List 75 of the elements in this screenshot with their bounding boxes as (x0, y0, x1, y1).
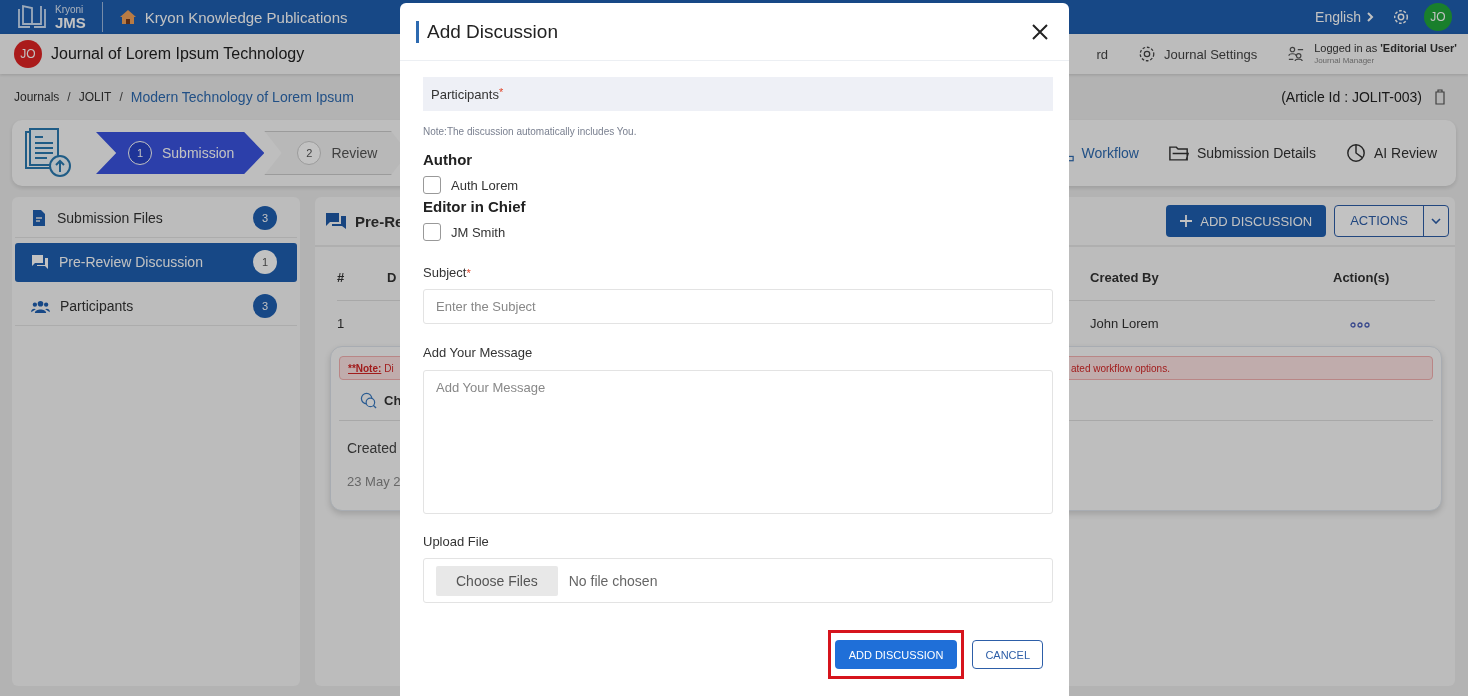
field-label: Subject (423, 265, 467, 280)
required-mark: * (466, 267, 471, 279)
created-date: 23 May 2 (347, 474, 402, 489)
book-logo-icon (15, 4, 49, 30)
created-label: Created (347, 440, 398, 456)
more-icon[interactable] (1350, 322, 1370, 328)
field-label: Add Your Message (423, 345, 534, 360)
user-role: Journal Manager (1314, 55, 1376, 66)
people-icon (31, 298, 50, 314)
column-header: D (387, 270, 397, 285)
article-id: (Article Id : JOLIT-003) (1281, 89, 1422, 105)
chat-icon (31, 254, 49, 270)
checkbox[interactable] (423, 176, 441, 194)
choose-files-button[interactable]: Choose Files (436, 565, 558, 596)
gear-icon (1137, 45, 1156, 63)
breadcrumb-link[interactable]: Modern Technology of Lorem Ipsum (130, 89, 354, 105)
logo-title: JMS (55, 14, 86, 30)
sidebar-item[interactable]: Pre-Review Discussion 1 (15, 243, 297, 282)
sidebar-item[interactable]: Submission Files 3 (15, 199, 297, 238)
workflow-step[interactable]: 1 Submission (96, 132, 265, 174)
participants-note: Note:The discussion automatically includes You. (423, 126, 638, 137)
caret-icon (1431, 218, 1441, 224)
nav-link[interactable]: Journal Settings (1163, 46, 1258, 62)
publisher-name: Kryon Knowledge Publications (144, 8, 348, 26)
plus-icon (1180, 215, 1193, 227)
logo-subtitle: Kryoni (55, 4, 85, 15)
users-switch-icon (1287, 46, 1306, 62)
note-text: Di (384, 362, 394, 374)
view-tab[interactable]: Submission Details (1168, 144, 1316, 162)
table-cell: 1 (337, 316, 345, 331)
copy-icon[interactable] (1434, 89, 1446, 105)
table-cell: John Lorem (1090, 316, 1159, 331)
required-mark: * (498, 86, 504, 98)
add-discussion-button[interactable]: ADD DISCUSSION (1166, 205, 1327, 237)
subject-input[interactable]: Enter the Subject (423, 289, 1053, 324)
field-label: Participants (431, 86, 499, 102)
settings-icon[interactable] (1392, 8, 1410, 26)
close-icon[interactable] (1032, 23, 1048, 40)
chevron-right-icon (1366, 12, 1374, 22)
dialog-title: Add Discussion (427, 20, 558, 43)
checkbox[interactable] (423, 223, 441, 241)
role-heading: Editor in Chief (423, 198, 527, 215)
chat-bubbles-icon (360, 391, 377, 409)
journal-title: Journal of Lorem Ipsum Technology (51, 45, 305, 63)
column-header: Action(s) (1333, 270, 1390, 285)
file-upload-field[interactable]: Choose Files No file chosen (423, 558, 1053, 603)
column-header: Created By (1090, 270, 1159, 285)
document-upload-icon (24, 128, 74, 178)
column-header: # (337, 270, 345, 285)
breadcrumb-separator: / (67, 90, 71, 104)
journal-avatar: JO (14, 40, 42, 68)
field-label: Upload File (423, 534, 490, 549)
breadcrumb-separator: / (119, 90, 123, 104)
breadcrumb-link[interactable]: JOLIT (78, 90, 112, 104)
role-heading: Author (423, 151, 474, 168)
home-icon[interactable] (118, 9, 137, 25)
logged-in-label: Logged in as 'Editorial User' (1314, 42, 1457, 56)
submit-button[interactable]: ADD DISCUSSION (834, 640, 958, 669)
nav-link[interactable]: rd (1096, 46, 1108, 62)
file-icon (31, 209, 47, 227)
note-text: ated workflow options. (1071, 362, 1170, 374)
actions-button[interactable]: ACTIONS (1334, 205, 1449, 237)
view-tab[interactable]: AI Review (1345, 143, 1437, 163)
sidebar-item[interactable]: Participants 3 (15, 287, 297, 326)
breadcrumb-link[interactable]: Journals (14, 90, 60, 104)
note-label: **Note: (348, 362, 382, 374)
file-status: No file chosen (568, 572, 658, 589)
message-input[interactable]: Add Your Message (423, 370, 1053, 514)
language-selector[interactable]: English (1315, 9, 1361, 25)
chat-icon (325, 212, 347, 230)
folder-icon (1168, 144, 1189, 162)
participant-name: JM Smith (451, 224, 506, 240)
pie-chart-icon (1345, 143, 1366, 163)
participant-name: Auth Lorem (451, 177, 519, 193)
cancel-button[interactable]: CANCEL (972, 640, 1043, 669)
